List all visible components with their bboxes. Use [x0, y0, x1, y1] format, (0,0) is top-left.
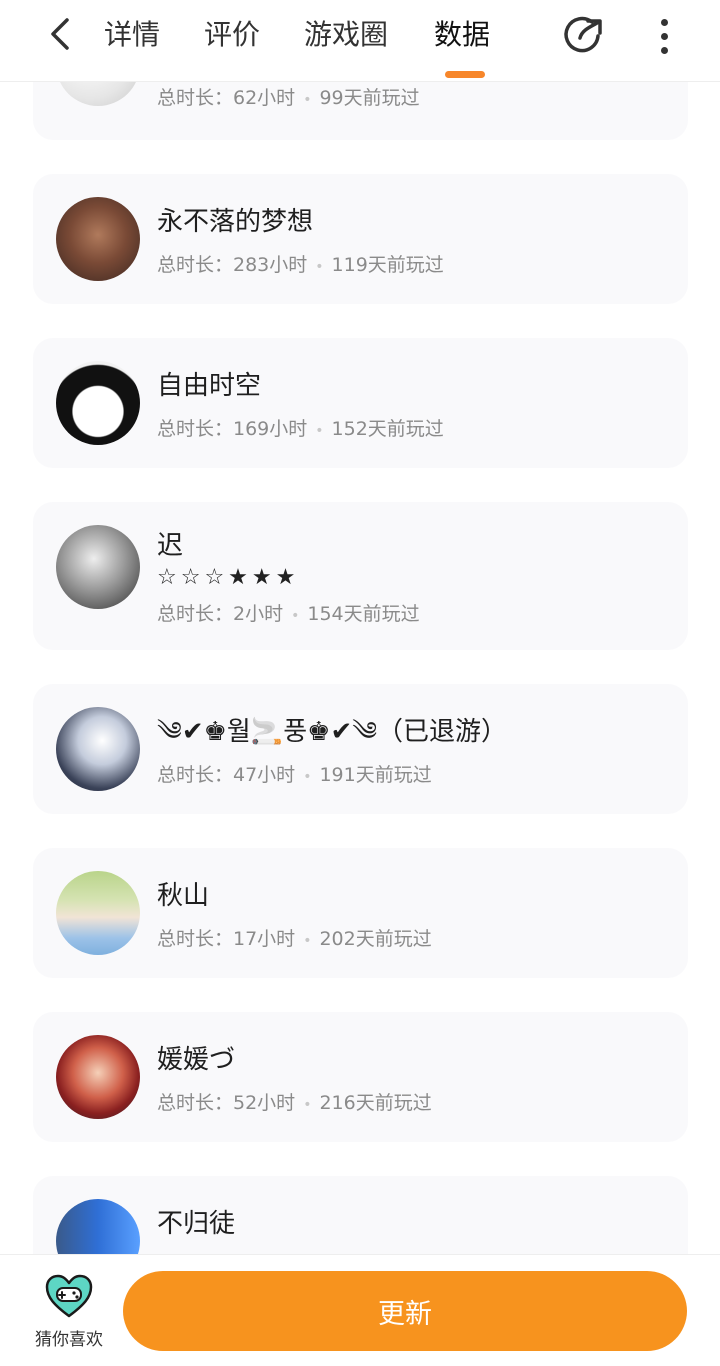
player-card[interactable]: ༄✔♚월🚬풍♚✔༄（已退游） 总时长：47小时 • 191天前玩过	[33, 684, 688, 814]
avatar	[56, 1199, 140, 1254]
player-card[interactable]: 迟 ☆☆☆★★★ 总时长：2小时 • 154天前玩过	[33, 502, 688, 650]
play-duration: 总时长：52小时	[157, 1092, 296, 1114]
avatar	[56, 1035, 140, 1119]
avatar	[56, 361, 140, 445]
player-name: 自由时空	[157, 371, 262, 401]
play-duration: 总时长：62小时	[157, 87, 296, 109]
active-tab-indicator	[445, 71, 485, 78]
player-name: ༄✔♚월🚬풍♚✔༄（已退游）	[157, 717, 508, 747]
avatar	[56, 82, 140, 106]
player-stats: 总时长：283小时 • 119天前玩过	[157, 254, 444, 276]
top-nav-bar: 详情 评价 游戏圈 数据	[0, 0, 720, 82]
last-played: 191天前玩过	[319, 764, 432, 786]
back-button[interactable]	[40, 14, 80, 54]
more-dot-icon	[660, 18, 668, 26]
last-played: 154天前玩过	[307, 603, 420, 625]
more-menu-button[interactable]	[648, 14, 680, 58]
player-card[interactable]: 媛媛づ 总时长：52小时 • 216天前玩过	[33, 1012, 688, 1142]
update-button[interactable]: 更新	[123, 1271, 687, 1351]
player-card[interactable]: 不归徒	[33, 1176, 688, 1254]
player-card[interactable]: 总时长：62小时 • 99天前玩过	[33, 82, 688, 140]
last-played: 119天前玩过	[331, 254, 444, 276]
avatar	[56, 197, 140, 281]
player-name: 不归徒	[157, 1209, 236, 1239]
player-stats: 总时长：2小时 • 154天前玩过	[157, 603, 420, 625]
guess-you-like-label: 猜你喜欢	[35, 1330, 103, 1350]
rating-stars: ☆☆☆★★★	[157, 565, 300, 590]
play-duration: 总时长：283小时	[157, 254, 308, 276]
tab-details[interactable]: 详情	[104, 16, 160, 54]
play-duration: 总时长：17小时	[157, 928, 296, 950]
avatar	[56, 871, 140, 955]
more-dot-icon	[660, 32, 668, 40]
play-duration: 总时长：169小时	[157, 418, 308, 440]
player-card[interactable]: 永不落的梦想 总时长：283小时 • 119天前玩过	[33, 174, 688, 304]
more-dot-icon	[660, 46, 668, 54]
play-duration: 总时长：2小时	[157, 603, 284, 625]
heart-gamepad-icon	[45, 1274, 93, 1318]
avatar	[56, 525, 140, 609]
bottom-action-bar: 猜你喜欢 更新	[0, 1254, 720, 1366]
tab-data[interactable]: 数据	[434, 16, 490, 54]
player-stats: 总时长：62小时 • 99天前玩过	[157, 87, 420, 109]
guess-you-like-button[interactable]: 猜你喜欢	[28, 1273, 110, 1350]
last-played: 202天前玩过	[319, 928, 432, 950]
player-list[interactable]: 总时长：62小时 • 99天前玩过 永不落的梦想 总时长：283小时 • 119天前玩过…	[0, 82, 720, 1254]
player-stats: 总时长：169小时 • 152天前玩过	[157, 418, 444, 440]
share-icon	[564, 16, 602, 53]
last-played: 216天前玩过	[319, 1092, 432, 1114]
last-played: 152天前玩过	[331, 418, 444, 440]
play-duration: 总时长：47小时	[157, 764, 296, 786]
player-name: 秋山	[157, 881, 210, 911]
player-card[interactable]: 秋山 总时长：17小时 • 202天前玩过	[33, 848, 688, 978]
player-stats: 总时长：17小时 • 202天前玩过	[157, 928, 432, 950]
tab-game-circle[interactable]: 游戏圈	[304, 16, 388, 54]
avatar	[56, 707, 140, 791]
last-played: 99天前玩过	[319, 87, 420, 109]
player-card[interactable]: 自由时空 总时长：169小时 • 152天前玩过	[33, 338, 688, 468]
player-name: 永不落的梦想	[157, 207, 314, 237]
tab-reviews[interactable]: 评价	[204, 16, 260, 54]
share-button[interactable]	[562, 14, 606, 58]
player-stats: 总时长：47小时 • 191天前玩过	[157, 764, 432, 786]
player-name: 媛媛づ	[157, 1045, 236, 1075]
player-name: 迟	[157, 531, 184, 561]
chevron-left-icon	[51, 18, 69, 50]
player-stats: 总时长：52小时 • 216天前玩过	[157, 1092, 432, 1114]
